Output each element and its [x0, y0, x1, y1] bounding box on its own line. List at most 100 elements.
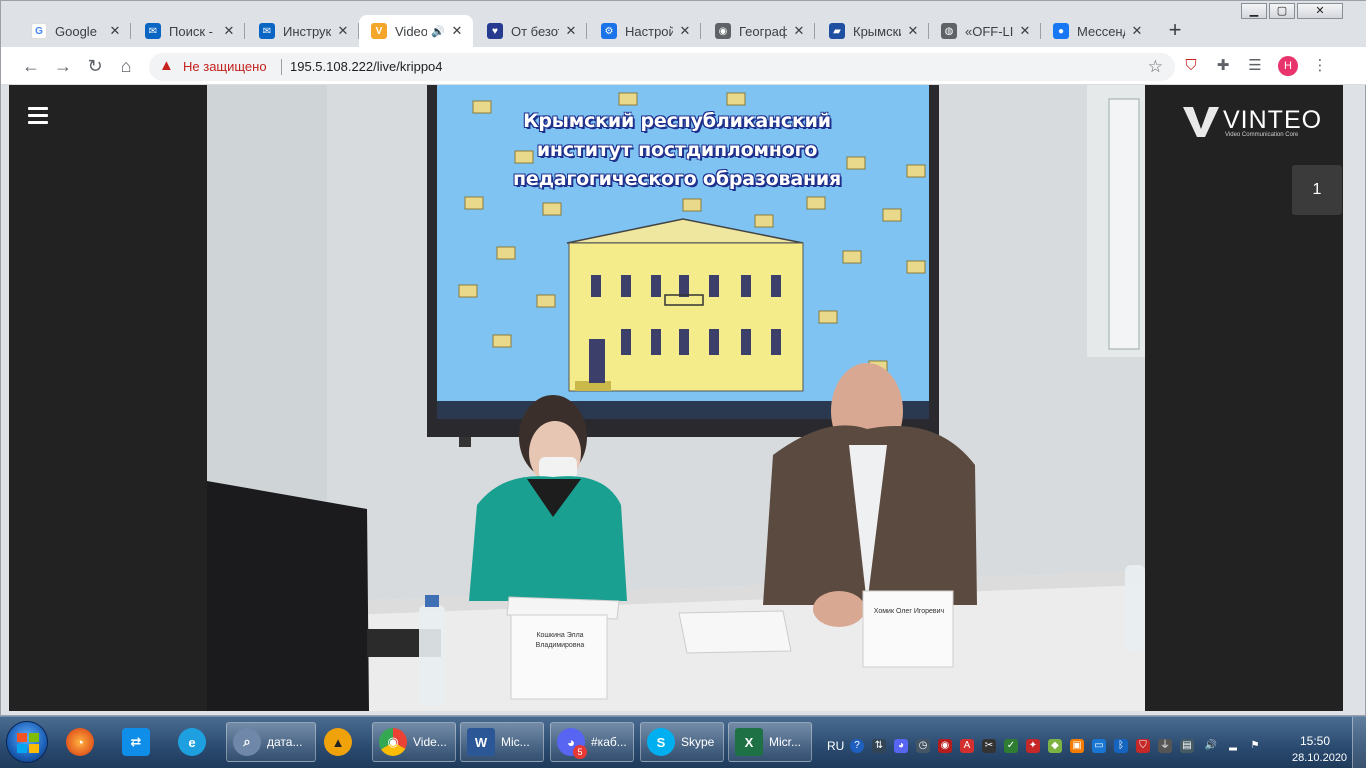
tool-icon[interactable]: ✂	[982, 739, 996, 753]
display-icon[interactable]: ▭	[1092, 739, 1106, 753]
new-tab-button[interactable]: +	[1161, 19, 1189, 43]
back-button[interactable]: ←	[19, 54, 43, 78]
participant-count-badge[interactable]: 1	[1292, 165, 1342, 215]
search-icon: ⌕	[233, 728, 261, 756]
word-icon: W	[467, 728, 495, 756]
language-indicator[interactable]: RU	[827, 739, 844, 753]
tab-ot-bezotkaz[interactable]: ♥ От безотказ ✕	[475, 15, 587, 47]
close-icon[interactable]: ✕	[335, 23, 351, 39]
browser-window: G Google ✕ ✉ Поиск - Почта ✕ ✉ Инструкци…	[0, 0, 1366, 716]
reload-button[interactable]: ↻	[83, 54, 107, 78]
puzzle-extensions-icon[interactable]: ✚	[1213, 56, 1233, 76]
reading-list-icon[interactable]: ☰	[1245, 56, 1265, 76]
check-icon[interactable]: ✓	[1004, 739, 1018, 753]
hamburger-menu-icon[interactable]	[28, 107, 48, 125]
help-icon[interactable]: ?	[850, 739, 864, 753]
shield-extension-icon[interactable]: ⛉	[1181, 56, 1201, 76]
tab-video-active[interactable]: V Video 🔊 ✕	[359, 15, 473, 47]
close-icon[interactable]: ✕	[1017, 23, 1033, 39]
close-icon[interactable]: ✕	[221, 23, 237, 39]
ie-pinned[interactable]: e	[178, 722, 218, 762]
antivirus-icon[interactable]: ◉	[938, 739, 952, 753]
tab-geography[interactable]: ◉ Географ ✕	[703, 15, 815, 47]
google-icon: G	[31, 23, 47, 39]
teamviewer-pinned[interactable]: ⇄	[122, 722, 162, 762]
tab-title: Крымский	[853, 23, 901, 39]
tab-settings[interactable]: ⚙ Настройки ✕	[589, 15, 701, 47]
home-icon[interactable]: ⌂	[114, 54, 138, 78]
green-tray-icon[interactable]: ◆	[1048, 739, 1062, 753]
shield-tray-icon[interactable]: ⛉	[1136, 739, 1150, 753]
video-conference-page: Крымский республиканский институт постди…	[9, 85, 1343, 711]
clock-tray-icon[interactable]: ◷	[916, 739, 930, 753]
start-button[interactable]	[6, 721, 48, 763]
aimp-pinned[interactable]: ▲	[324, 722, 364, 762]
tab-title: Настройки	[625, 23, 673, 39]
app-tray-icon[interactable]: ✦	[1026, 739, 1040, 753]
tab-strip: G Google ✕ ✉ Поиск - Почта ✕ ✉ Инструкци…	[1, 1, 1366, 47]
chrome-icon: ◉	[379, 728, 407, 756]
mail-icon: ✉	[259, 23, 275, 39]
maximize-button[interactable]: ▢	[1269, 3, 1295, 19]
vinteo-logo-icon	[1183, 107, 1219, 137]
globe-icon: ◍	[941, 23, 957, 39]
vinteo-icon: V	[371, 23, 387, 39]
orange-tray-icon[interactable]: ▣	[1070, 739, 1084, 753]
more-menu-icon[interactable]: ⋮	[1310, 56, 1330, 76]
network-icon[interactable]: ⇅	[872, 739, 886, 753]
close-icon[interactable]: ✕	[791, 23, 807, 39]
close-icon[interactable]: ✕	[905, 23, 921, 39]
excel-icon: X	[735, 728, 763, 756]
bookmark-star-icon[interactable]: ☆	[1148, 57, 1163, 77]
minimize-button[interactable]: ▁	[1241, 3, 1267, 19]
usb-icon[interactable]: ⏚	[1158, 739, 1172, 753]
mail-icon: ✉	[145, 23, 161, 39]
taskbar-excel-window[interactable]: X Micr...	[728, 722, 812, 762]
tab-instructions[interactable]: ✉ Инструкции ✕	[247, 15, 359, 47]
close-icon[interactable]: ✕	[563, 23, 579, 39]
clock-date[interactable]: 28.10.2020	[1292, 752, 1347, 764]
tab-mail-search[interactable]: ✉ Поиск - Почта ✕	[133, 15, 245, 47]
tab-messenger[interactable]: ● Мессенджер ✕	[1041, 15, 1153, 47]
firefox-icon: ◔	[66, 728, 94, 756]
forward-button[interactable]: →	[51, 54, 75, 78]
tab-title: Поиск - Почта	[169, 23, 217, 39]
video-stream[interactable]: Крымский республиканский институт постди…	[207, 85, 1145, 711]
bluetooth-icon[interactable]: ᛒ	[1114, 739, 1128, 753]
clock-time[interactable]: 15:50	[1300, 734, 1330, 748]
tab-google[interactable]: G Google ✕	[19, 15, 131, 47]
close-icon[interactable]: ✕	[449, 23, 465, 39]
tab-title: Google	[55, 23, 97, 39]
profile-avatar[interactable]: Н	[1278, 56, 1298, 76]
security-label[interactable]: Не защищено	[183, 59, 267, 74]
taskbar-chrome-window[interactable]: ◉ Vide...	[372, 722, 456, 762]
address-bar[interactable]: ▲ Не защищено 195.5.108.222/live/krippo4…	[149, 53, 1175, 81]
close-window-button[interactable]: ✕	[1297, 3, 1343, 19]
url-text[interactable]: 195.5.108.222/live/krippo4	[290, 59, 443, 74]
notification-badge: 5	[573, 745, 587, 759]
signal-icon[interactable]: ▂	[1226, 739, 1240, 753]
warning-icon[interactable]: ▲	[159, 58, 175, 74]
close-icon[interactable]: ✕	[677, 23, 693, 39]
tab-krymsky[interactable]: ▰ Крымский ✕	[817, 15, 929, 47]
tab-title: Географ	[739, 23, 787, 39]
monitor-icon[interactable]: ▤	[1180, 739, 1194, 753]
tab-title: Video	[395, 23, 428, 39]
discord-tray-icon[interactable]: ◕	[894, 739, 908, 753]
taskbar-search-window[interactable]: ⌕ дата...	[226, 722, 316, 762]
tab-title: Мессенджер	[1077, 23, 1125, 39]
flag-icon[interactable]: ⚑	[1248, 739, 1262, 753]
pdf-icon[interactable]: A	[960, 739, 974, 753]
internet-explorer-icon: e	[178, 728, 206, 756]
tab-offline[interactable]: ◍ «OFF-LINE ✕	[929, 15, 1041, 47]
taskbar-skype-window[interactable]: S Skype	[640, 722, 724, 762]
firefox-pinned[interactable]: ◔	[66, 722, 106, 762]
taskbar-word-window[interactable]: W Mic...	[460, 722, 544, 762]
speaker-icon[interactable]: 🔊	[431, 25, 445, 38]
volume-icon[interactable]: 🔊	[1204, 739, 1218, 753]
close-icon[interactable]: ✕	[1129, 23, 1145, 39]
close-icon[interactable]: ✕	[107, 23, 123, 39]
divider	[281, 59, 282, 75]
show-desktop-button[interactable]	[1352, 717, 1366, 768]
taskbar-discord-window[interactable]: ◕ 5 #каб...	[550, 722, 634, 762]
